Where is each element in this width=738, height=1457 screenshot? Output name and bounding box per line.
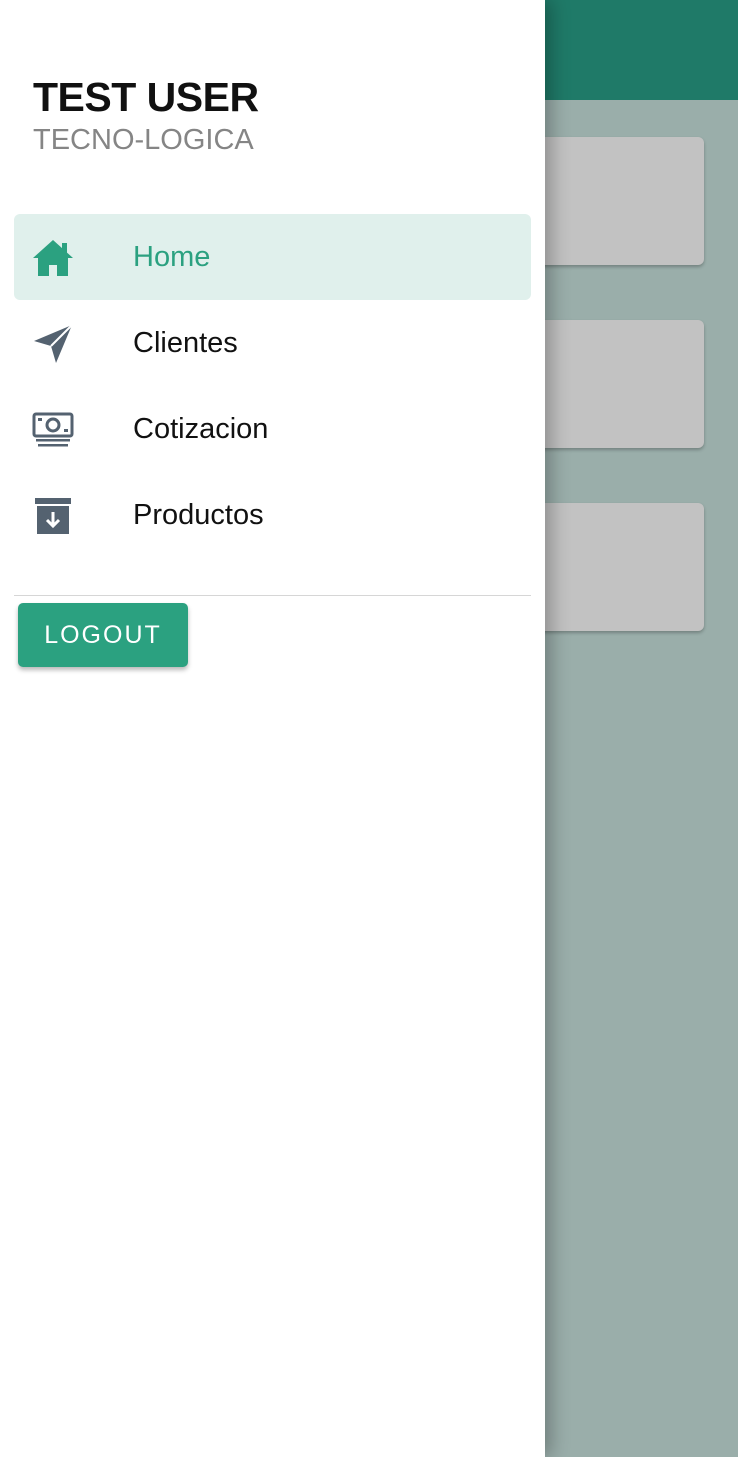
home-icon bbox=[32, 237, 74, 279]
nav-item-cotizacion[interactable]: Cotizacion bbox=[14, 386, 531, 472]
money-icon bbox=[32, 409, 74, 451]
nav-item-label: Home bbox=[133, 241, 211, 273]
user-name: TEST USER bbox=[33, 74, 259, 120]
nav-item-productos[interactable]: Productos bbox=[14, 472, 531, 558]
app-screen: TEST USER TECNO-LOGICA Home Clientes Cot… bbox=[0, 0, 738, 1457]
archive-icon bbox=[32, 495, 74, 537]
drawer-header: TEST USER TECNO-LOGICA bbox=[33, 72, 259, 158]
nav-item-label: Cotizacion bbox=[133, 413, 269, 445]
divider bbox=[14, 595, 531, 596]
nav-item-home[interactable]: Home bbox=[14, 214, 531, 300]
nav-item-label: Clientes bbox=[133, 327, 238, 359]
nav-list: Home Clientes Cotizacion Productos bbox=[14, 214, 531, 558]
user-organization: TECNO-LOGICA bbox=[33, 124, 254, 156]
logout-button[interactable]: LOGOUT bbox=[18, 603, 188, 667]
nav-item-clientes[interactable]: Clientes bbox=[14, 300, 531, 386]
nav-item-label: Productos bbox=[133, 499, 264, 531]
navigation-drawer: TEST USER TECNO-LOGICA Home Clientes Cot… bbox=[0, 0, 545, 1457]
send-icon bbox=[32, 323, 74, 365]
